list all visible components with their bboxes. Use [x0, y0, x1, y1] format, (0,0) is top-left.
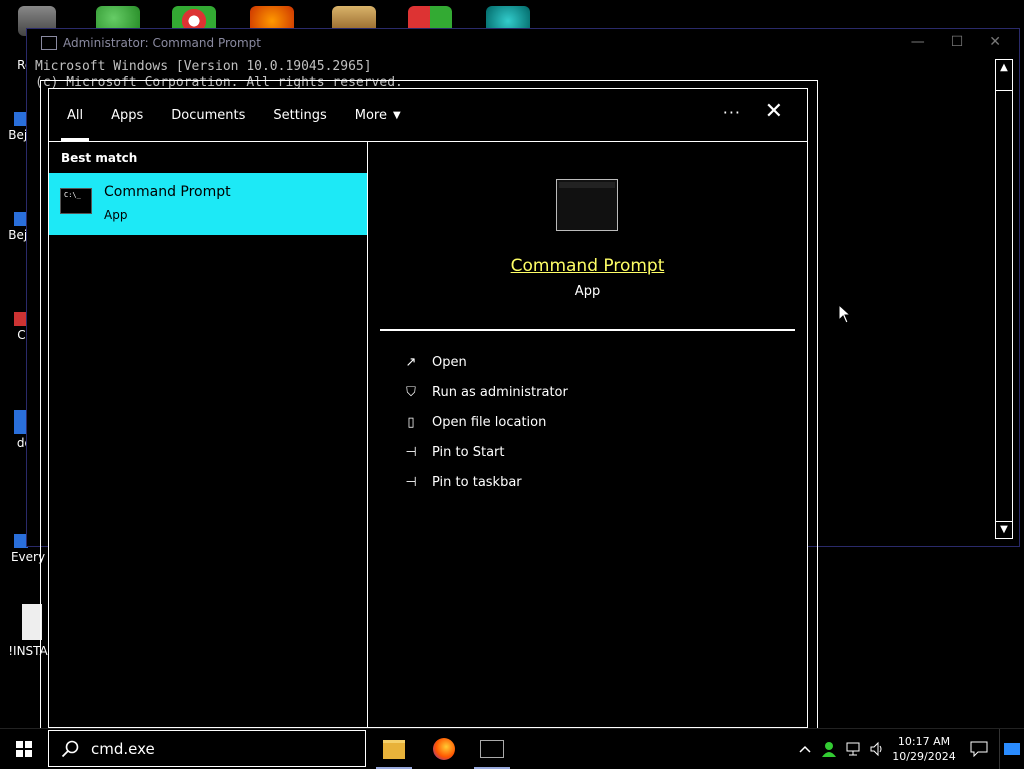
open-icon: ↗ [405, 354, 417, 370]
best-match-title: Command Prompt [104, 184, 231, 200]
clock-time: 10:17 AM [897, 735, 951, 748]
preview-pane: Command Prompt App ↗ Open ⛉ Run as admin… [368, 141, 807, 727]
maximize-button[interactable]: ☐ [951, 34, 964, 50]
action-open[interactable]: ↗ Open [402, 347, 568, 377]
minimize-button[interactable]: — [911, 34, 925, 50]
action-label: Open file location [432, 414, 547, 430]
command-prompt-icon [480, 740, 504, 758]
preview-subtitle: App [574, 284, 601, 299]
tab-label: More [354, 107, 387, 123]
pin-icon: ⊣ [405, 444, 417, 460]
cmd-line: Microsoft Windows [Version 10.0.19045.29… [35, 59, 372, 74]
folder-icon: ▯ [407, 414, 415, 430]
system-tray: 10:17 AM 10/29/2024 [793, 729, 1024, 769]
folder-icon [383, 739, 405, 759]
show-desktop-button[interactable] [999, 729, 1024, 769]
action-pin-to-start[interactable]: ⊣ Pin to Start [402, 437, 568, 467]
results-list: Best match C:\_ Command Prompt App [49, 141, 368, 727]
close-button[interactable]: ✕ [989, 34, 1001, 50]
best-match-item[interactable]: C:\_ Command Prompt App [49, 173, 367, 235]
tab-documents[interactable]: Documents [171, 89, 245, 141]
search-input[interactable] [89, 738, 333, 759]
user-icon[interactable] [817, 729, 841, 769]
notifications-button[interactable] [959, 729, 999, 769]
scroll-down-icon[interactable]: ▼ [996, 521, 1012, 538]
taskbar-search-box[interactable] [48, 730, 366, 767]
preview-title-link[interactable]: Command Prompt [368, 256, 807, 276]
cmd-titlebar[interactable]: Administrator: Command Prompt [27, 29, 1019, 57]
window-controls: — ☐ ✕ [911, 34, 1001, 50]
command-prompt-icon: C:\_ [60, 188, 92, 214]
best-match-subtitle: App [104, 208, 128, 222]
command-prompt-taskbar-button[interactable] [474, 733, 510, 769]
scroll-up-icon[interactable]: ▲ [996, 60, 1012, 76]
tab-label: Settings [273, 107, 327, 123]
tab-more[interactable]: More ▼ [355, 89, 401, 141]
search-icon [61, 740, 79, 757]
action-list: ↗ Open ⛉ Run as administrator ▯ Open fil… [402, 347, 568, 497]
tab-apps[interactable]: Apps [111, 89, 143, 141]
tab-label: All [67, 107, 84, 123]
tab-label: Apps [111, 107, 144, 123]
firefox-button[interactable] [426, 733, 462, 765]
chevron-up-icon[interactable] [793, 729, 817, 769]
windows-logo-icon [16, 741, 32, 757]
cmd-window-icon [41, 36, 57, 50]
search-tabs: All Apps Documents Settings More ▼ ··· ✕ [49, 89, 807, 142]
scroll-thumb[interactable] [996, 76, 1012, 91]
caret-down-icon: ▼ [392, 109, 401, 121]
shield-icon: ⛉ [406, 384, 416, 400]
desktop-preview-icon [1004, 743, 1020, 755]
command-prompt-icon [556, 179, 618, 231]
file-explorer-button[interactable] [376, 733, 412, 769]
tab-settings[interactable]: Settings [273, 89, 326, 141]
firefox-icon [433, 738, 455, 760]
section-label: Best match [61, 151, 138, 165]
action-label: Pin to taskbar [432, 474, 522, 490]
action-label: Pin to Start [432, 444, 505, 460]
action-label: Run as administrator [432, 384, 568, 400]
scrollbar[interactable]: ▲ ▼ [995, 59, 1013, 539]
close-icon[interactable]: ✕ [765, 101, 783, 123]
pin-icon: ⊣ [405, 474, 417, 490]
clock[interactable]: 10:17 AM 10/29/2024 [889, 734, 959, 764]
more-options-icon[interactable]: ··· [723, 103, 741, 122]
search-panel: All Apps Documents Settings More ▼ ··· ✕ … [48, 88, 808, 728]
document-icon [22, 604, 42, 640]
action-run-as-admin[interactable]: ⛉ Run as administrator [402, 377, 568, 407]
cmd-title: Administrator: Command Prompt [63, 36, 261, 50]
icon-text: C:\_ [64, 191, 81, 199]
action-label: Open [432, 354, 467, 370]
divider [380, 329, 795, 331]
tab-label: Documents [171, 107, 246, 123]
action-open-file-location[interactable]: ▯ Open file location [402, 407, 568, 437]
action-pin-to-taskbar[interactable]: ⊣ Pin to taskbar [402, 467, 568, 497]
notification-icon [970, 741, 988, 757]
taskbar: 10:17 AM 10/29/2024 [0, 728, 1024, 769]
network-icon[interactable] [841, 729, 865, 769]
volume-icon[interactable] [865, 729, 889, 769]
tab-all[interactable]: All [60, 89, 90, 141]
clock-date: 10/29/2024 [892, 750, 956, 763]
start-button[interactable] [0, 729, 48, 769]
